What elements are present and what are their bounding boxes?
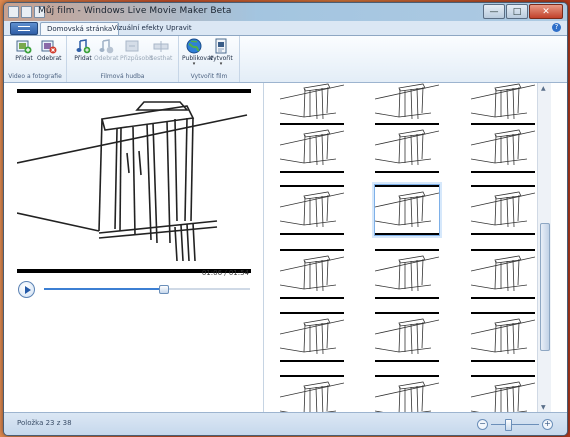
remove-video-icon [41,38,57,54]
storyboard-clip-thumbnail[interactable] [375,123,439,173]
fit-button[interactable]: Přizpůsobit [120,38,154,62]
seek-handle[interactable] [159,285,170,294]
fit-icon [124,38,140,54]
minimize-button[interactable]: — [483,4,505,19]
group-movie-music: Přidat Odebrat Přizpůsobit Sesthat Filmo… [67,36,179,82]
main-area: 01:06 / 01:54 ▲ ▼ [4,83,567,413]
add-music-label: Přidat [74,55,92,62]
zoom-track[interactable] [491,424,539,425]
app-icon[interactable] [8,6,19,18]
snap-label: Sesthat [149,55,173,62]
remove-music-icon [98,38,114,54]
preview-pane: 01:06 / 01:54 [4,83,264,413]
globe-icon [186,38,202,54]
maximize-button[interactable]: □ [506,4,528,19]
tab-edit[interactable]: Upravit [160,22,198,34]
storyboard-clip-thumbnail[interactable] [280,249,344,299]
close-button[interactable]: ✕ [529,4,563,19]
preview-frame-image [17,101,248,262]
add-video-button[interactable]: Přidat [12,38,36,62]
publish-button[interactable]: Publikovat ▾ [182,38,213,67]
snap-icon [153,38,169,54]
window-controls: — □ ✕ [483,4,563,19]
window-title: Můj film - Windows Live Movie Maker Beta [38,6,232,16]
group-create-movie: Publikovat ▾ Vytvořit ▾ Vytvořit film [179,36,240,82]
create-movie-icon [213,38,229,54]
storyboard-scrollbar[interactable]: ▲ ▼ [537,83,551,413]
fit-label: Přizpůsobit [120,55,154,62]
seek-progress [44,288,164,290]
play-button[interactable] [18,281,35,298]
create-dropdown-icon: ▾ [219,61,223,67]
remove-video-label: Odebrat [37,55,62,62]
storyboard-clip-thumbnail[interactable] [375,312,439,362]
storyboard-clip-thumbnail[interactable] [375,249,439,299]
publish-dropdown-icon: ▾ [192,61,196,67]
video-preview[interactable] [17,89,251,273]
group-video-photos: Přidat Odebrat Video a fotografie [4,36,67,82]
storyboard-clip-thumbnail[interactable] [280,83,344,127]
storyboard-clip-thumbnail[interactable] [471,123,535,173]
zoom-in-button[interactable]: + [542,419,553,430]
add-music-icon [75,38,91,54]
snap-button[interactable]: Sesthat [149,38,173,62]
save-icon[interactable] [21,6,32,18]
storyboard-clip-thumbnail[interactable] [375,83,439,127]
storyboard-clip-thumbnail[interactable] [471,375,535,413]
zoom-control: − + [477,418,553,431]
app-window: Můj film - Windows Live Movie Maker Beta… [3,2,568,436]
add-video-label: Přidat [15,55,33,62]
zoom-handle[interactable] [505,419,513,431]
seek-slider[interactable] [44,285,250,294]
group-label-create: Vytvořit film [190,73,228,80]
storyboard-clip-thumbnail[interactable] [471,312,535,362]
add-video-icon [16,38,32,54]
storyboard: ▲ ▼ [264,83,551,413]
playback-time: 01:06 / 01:54 [201,269,249,277]
storyboard-clip-thumbnail[interactable] [280,375,344,413]
menu-icon [18,26,30,31]
group-label-video: Video a fotografie [8,73,62,80]
status-bar: Položka 23 z 38 − + [4,412,567,435]
storyboard-clip-thumbnail[interactable] [375,375,439,413]
storyboard-clip-thumbnail[interactable] [471,185,535,235]
zoom-out-button[interactable]: − [477,419,488,430]
ribbon: Přidat Odebrat Video a fotografie Přidat [4,36,567,83]
ribbon-tabs: Domovská stránka Vizuální efekty Upravit… [4,21,567,36]
scroll-down-icon[interactable]: ▼ [541,404,546,411]
scroll-up-icon[interactable]: ▲ [541,85,546,92]
storyboard-clip-thumbnail[interactable] [280,123,344,173]
title-bar[interactable]: Můj film - Windows Live Movie Maker Beta… [4,3,567,21]
storyboard-clip-thumbnail[interactable] [471,249,535,299]
remove-video-button[interactable]: Odebrat [37,38,62,62]
storyboard-clip-thumbnail[interactable] [374,184,440,236]
status-text: Položka 23 z 38 [17,419,72,427]
remove-music-button[interactable]: Odebrat [94,38,119,62]
storyboard-clip-thumbnail[interactable] [280,185,344,235]
remove-music-label: Odebrat [94,55,119,62]
help-icon[interactable]: ? [552,23,561,32]
create-movie-button[interactable]: Vytvořit ▾ [209,38,233,67]
add-music-button[interactable]: Přidat [71,38,95,62]
group-label-music: Filmová hudba [100,73,145,80]
app-menu-button[interactable] [10,22,38,35]
play-icon [24,285,31,294]
storyboard-clip-thumbnail[interactable] [471,83,535,127]
scrollbar-thumb[interactable] [540,223,550,351]
storyboard-clip-thumbnail[interactable] [280,312,344,362]
